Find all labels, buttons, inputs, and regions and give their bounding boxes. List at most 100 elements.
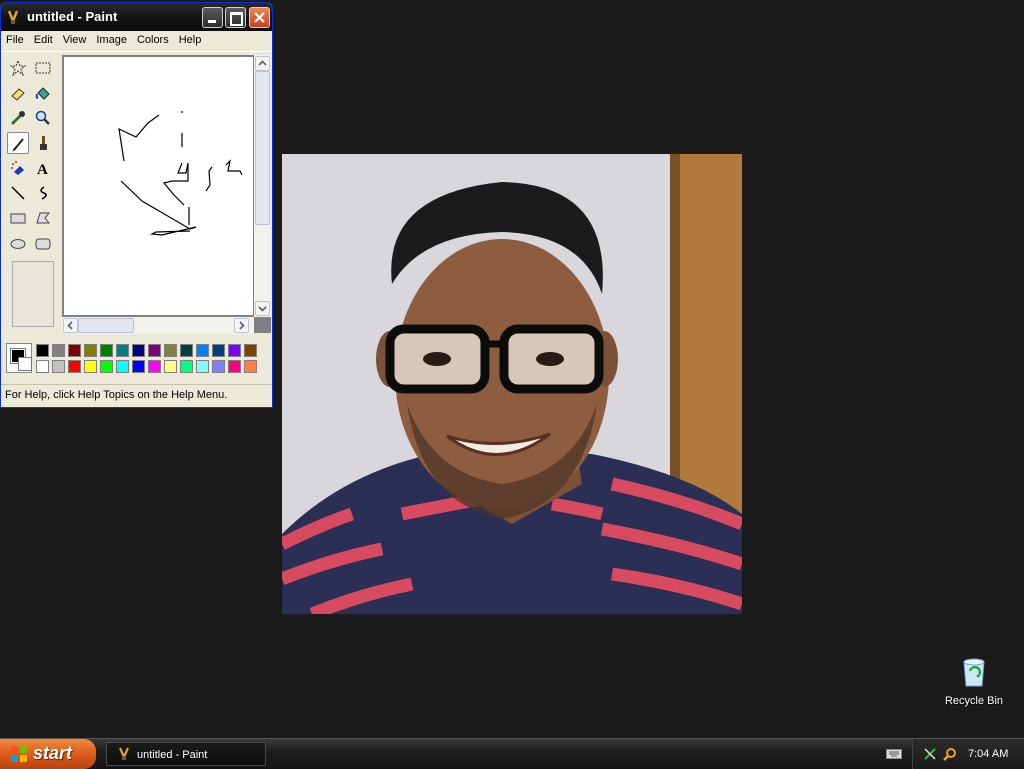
palette-swatch[interactable] xyxy=(196,344,209,357)
palette-swatch[interactable] xyxy=(244,360,257,373)
palette-swatch[interactable] xyxy=(148,360,161,373)
free-form-select-tool[interactable] xyxy=(7,57,29,79)
status-bar: For Help, click Help Topics on the Help … xyxy=(1,384,272,407)
menu-help[interactable]: Help xyxy=(174,31,207,46)
clock: 7:04 AM xyxy=(968,748,1009,760)
start-label: start xyxy=(33,743,73,763)
brush-tool[interactable] xyxy=(32,132,54,154)
vertical-scrollbar[interactable] xyxy=(254,55,271,317)
taskbar-item-paint[interactable]: untitled - Paint xyxy=(106,742,266,766)
arrow-right-icon xyxy=(239,321,245,330)
tool-options-box[interactable] xyxy=(12,261,54,327)
palette-swatch[interactable] xyxy=(228,344,241,357)
fill-tool[interactable] xyxy=(32,82,54,104)
recycle-bin-icon xyxy=(963,658,985,687)
paint-app-icon xyxy=(7,10,19,25)
menu-file[interactable]: File xyxy=(1,31,29,46)
dashed-rect-icon xyxy=(35,62,51,74)
palette-swatch[interactable] xyxy=(132,360,145,373)
palette-swatch[interactable] xyxy=(100,360,113,373)
color-picker-tool[interactable] xyxy=(7,107,29,129)
palette-swatch[interactable] xyxy=(100,344,113,357)
portrait-photo xyxy=(282,154,742,614)
palette-swatch[interactable] xyxy=(36,344,49,357)
airbrush-tool[interactable] xyxy=(7,157,29,179)
window-title: untitled - Paint xyxy=(27,9,118,24)
text-a-icon: A xyxy=(37,162,48,176)
rectangle-tool[interactable] xyxy=(7,207,29,229)
palette-swatch[interactable] xyxy=(180,360,193,373)
arrow-down-icon xyxy=(258,306,267,312)
rect-select-tool[interactable] xyxy=(32,57,54,79)
portrait-illustration xyxy=(282,154,742,614)
palette-swatch[interactable] xyxy=(36,360,49,373)
palette-swatch[interactable] xyxy=(164,360,177,373)
horizontal-scroll-thumb[interactable] xyxy=(78,318,134,333)
line-tool[interactable] xyxy=(7,182,29,204)
ellipse-tool[interactable] xyxy=(7,232,29,254)
start-button[interactable]: start xyxy=(0,739,96,769)
palette-swatch[interactable] xyxy=(52,344,65,357)
menu-edit[interactable]: Edit xyxy=(29,31,58,46)
palette-swatch[interactable] xyxy=(52,360,65,373)
rounded-rectangle-tool[interactable] xyxy=(32,232,54,254)
curve-icon xyxy=(40,186,47,200)
recycle-bin-label: Recycle Bin xyxy=(944,695,1004,707)
color-palette xyxy=(3,340,271,378)
search-icon[interactable] xyxy=(943,747,957,761)
horizontal-scrollbar[interactable] xyxy=(62,317,254,334)
recycle-bin-shortcut[interactable]: Recycle Bin xyxy=(944,656,1004,707)
star-select-icon xyxy=(10,60,26,76)
airbrush-icon xyxy=(11,161,24,175)
taskbar: start untitled - Paint 7:04 AM xyxy=(0,738,1024,769)
curve-tool[interactable] xyxy=(32,182,54,204)
menu-view[interactable]: View xyxy=(58,31,92,46)
palette-swatch[interactable] xyxy=(68,360,81,373)
palette-swatch[interactable] xyxy=(84,360,97,373)
scroll-up-button[interactable] xyxy=(255,56,270,71)
magnifier-icon xyxy=(35,110,50,125)
palette-swatch[interactable] xyxy=(244,344,257,357)
scroll-right-button[interactable] xyxy=(234,318,249,333)
current-colors[interactable] xyxy=(6,343,32,373)
magnifier-tool[interactable] xyxy=(32,107,54,129)
pencil-tool[interactable] xyxy=(7,132,29,154)
text-tool[interactable]: A xyxy=(32,157,54,179)
keyboard-icon[interactable] xyxy=(886,748,902,760)
scroll-down-button[interactable] xyxy=(255,301,270,316)
close-button[interactable] xyxy=(249,7,270,28)
pencil-icon xyxy=(12,138,24,152)
minimize-button[interactable] xyxy=(202,7,223,28)
scroll-left-button[interactable] xyxy=(63,318,78,333)
background-color xyxy=(18,357,32,371)
network-icon[interactable] xyxy=(923,747,937,761)
drawing-canvas[interactable] xyxy=(64,57,253,315)
menu-image[interactable]: Image xyxy=(91,31,132,46)
palette-swatch[interactable] xyxy=(212,344,225,357)
eraser-tool[interactable] xyxy=(7,82,29,104)
polygon-tool[interactable] xyxy=(32,207,54,229)
palette-swatch[interactable] xyxy=(116,344,129,357)
vertical-scroll-thumb[interactable] xyxy=(255,71,270,225)
brush-icon xyxy=(40,136,47,150)
polygon-icon xyxy=(36,212,51,224)
palette-swatch[interactable] xyxy=(180,344,193,357)
maximize-button[interactable] xyxy=(225,7,246,28)
paint-app-icon xyxy=(118,747,130,760)
palette-swatch[interactable] xyxy=(164,344,177,357)
eyedropper-icon xyxy=(10,111,25,126)
paint-window: untitled - Paint File Edit View Image Colors… xyxy=(0,2,273,408)
palette-swatch[interactable] xyxy=(148,344,161,357)
palette-swatch[interactable] xyxy=(196,360,209,373)
menu-colors[interactable]: Colors xyxy=(132,31,174,46)
palette-swatch[interactable] xyxy=(84,344,97,357)
windows-flag-icon xyxy=(11,746,27,762)
title-bar[interactable]: untitled - Paint xyxy=(1,3,272,31)
palette-swatch[interactable] xyxy=(212,360,225,373)
palette-swatch[interactable] xyxy=(132,344,145,357)
tool-box: A xyxy=(5,55,59,335)
palette-swatch[interactable] xyxy=(228,360,241,373)
svg-text:A: A xyxy=(37,162,48,176)
palette-swatch[interactable] xyxy=(68,344,81,357)
palette-swatch[interactable] xyxy=(116,360,129,373)
